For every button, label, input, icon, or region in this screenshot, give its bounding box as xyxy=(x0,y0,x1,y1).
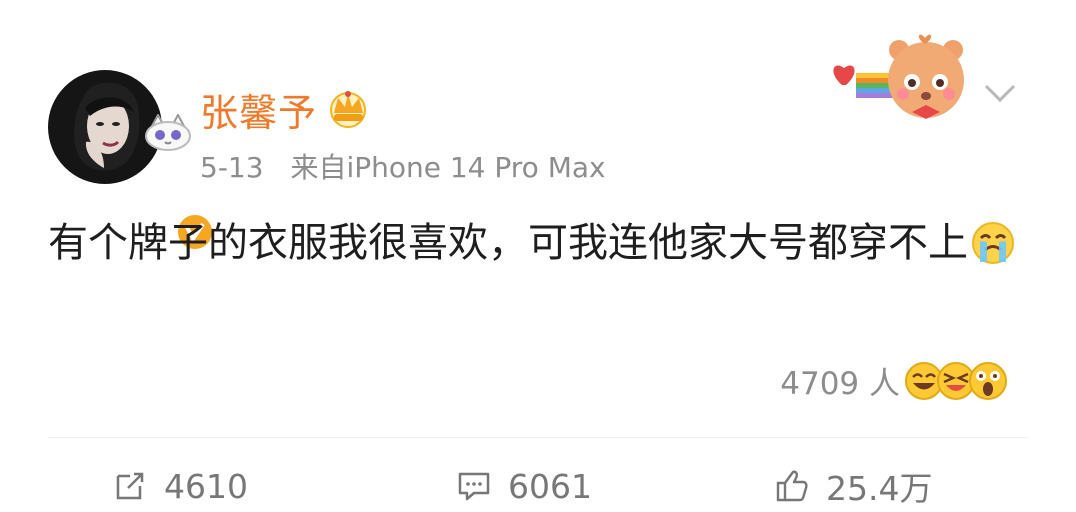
chevron-down-icon[interactable] xyxy=(984,82,1016,104)
thumbs-up-icon xyxy=(776,470,808,502)
post-meta: 5-13 来自iPhone 14 Pro Max xyxy=(200,146,606,186)
repost-count: 4610 xyxy=(164,466,248,506)
post-date: 5-13 xyxy=(200,151,264,184)
cat-avatar-pendant-icon xyxy=(140,112,196,154)
bear-rainbow-decoration-icon xyxy=(824,30,974,130)
post-source[interactable]: 来自iPhone 14 Pro Max xyxy=(290,151,605,184)
repost-button[interactable]: 4610 xyxy=(112,460,248,512)
comment-button[interactable]: 6061 xyxy=(456,460,592,512)
crown-icon[interactable] xyxy=(326,86,370,128)
post-text: 有个牌子的衣服我很喜欢，可我连他家大号都穿不上 xyxy=(48,220,968,266)
shocked-emoji xyxy=(969,361,1007,400)
crying-emoji xyxy=(970,220,1016,266)
post-content: 有个牌子的衣服我很喜欢，可我连他家大号都穿不上 xyxy=(48,214,1033,272)
like-button[interactable]: 25.4万 xyxy=(774,460,932,512)
divider xyxy=(48,437,1028,438)
reaction-count: 4709 人 xyxy=(780,366,900,402)
reaction-summary[interactable]: 4709 人 xyxy=(780,358,1008,403)
avatar[interactable] xyxy=(48,70,215,252)
like-count: 25.4万 xyxy=(826,469,933,508)
comment-icon xyxy=(458,472,490,501)
username[interactable]: 张馨予 xyxy=(200,82,317,137)
share-icon xyxy=(116,472,144,500)
comment-count: 6061 xyxy=(508,466,592,506)
